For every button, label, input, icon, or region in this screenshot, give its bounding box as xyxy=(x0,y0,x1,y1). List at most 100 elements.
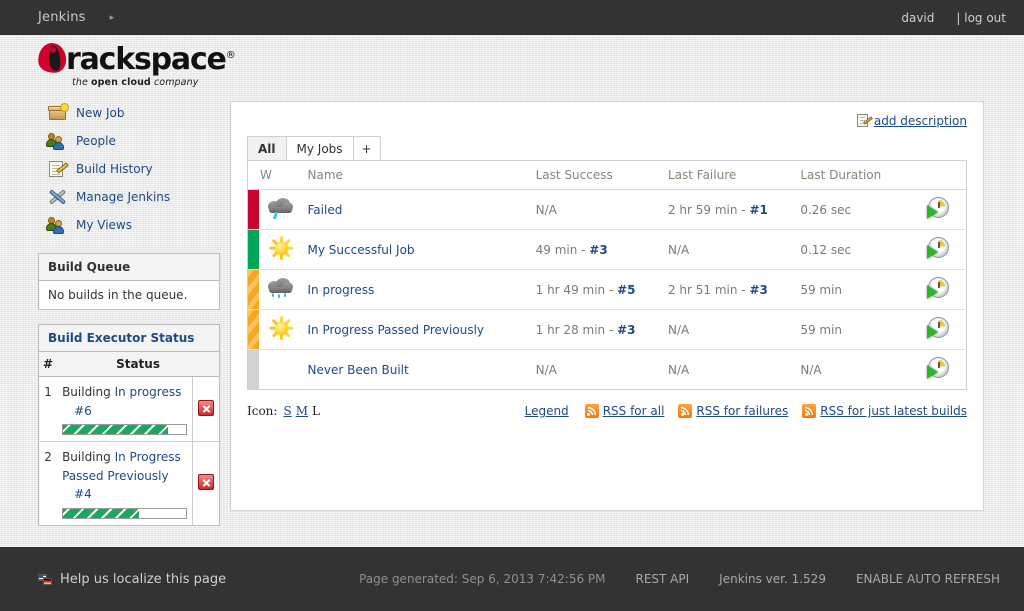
status-ball-grey-icon xyxy=(248,350,259,389)
column-header-last-duration[interactable]: Last Duration xyxy=(794,160,911,190)
page-root: Jenkins ▸ david | log out rackspace® the… xyxy=(0,0,1024,611)
build-now-icon[interactable] xyxy=(926,196,950,220)
localize-link[interactable]: Help us localize this page xyxy=(38,572,226,587)
job-last-duration-cell: 59 min xyxy=(794,269,911,310)
edit-note-icon xyxy=(856,114,873,128)
localize-label: Help us localize this page xyxy=(60,571,227,587)
column-header-status[interactable]: W xyxy=(247,160,302,190)
top-navigation-bar: Jenkins ▸ david | log out xyxy=(0,0,1024,35)
build-history-icon xyxy=(48,159,69,179)
table-row: Failed N/A 2 hr 59 min - #1 0.26 sec xyxy=(247,189,967,230)
table-row: 1 Building In progress #6 xyxy=(39,376,219,443)
build-now-icon[interactable] xyxy=(926,236,950,260)
job-last-duration-cell: N/A xyxy=(800,362,822,377)
icon-size-large[interactable]: L xyxy=(312,404,320,418)
executor-col-status: Status xyxy=(57,352,219,377)
rss-for-failures-link[interactable]: RSS for failures xyxy=(696,404,788,418)
build-queue-panel: Build Queue No builds in the queue. xyxy=(38,253,220,310)
last-success-build-link[interactable]: #3 xyxy=(589,243,607,257)
rss-icon xyxy=(678,404,693,418)
legend-link[interactable]: Legend xyxy=(525,404,569,418)
job-link[interactable]: My Successful Job xyxy=(302,243,415,257)
page-header: rackspace® the open cloud company xyxy=(0,35,1024,97)
rss-for-failures-item[interactable]: RSS for failures xyxy=(678,404,788,418)
current-user-link[interactable]: david xyxy=(901,11,934,25)
executor-number: 2 xyxy=(44,450,52,465)
job-link[interactable]: In progress xyxy=(302,283,375,297)
sidebar: New Job People Build History Manage Jenk… xyxy=(38,97,220,526)
job-status-cell xyxy=(247,309,260,350)
rss-for-latest-builds-item[interactable]: RSS for just latest builds xyxy=(802,404,967,418)
job-weather-cell xyxy=(259,309,302,350)
job-build-cell xyxy=(910,269,967,310)
status-ball-in-progress-icon xyxy=(248,270,259,309)
tab-all[interactable]: All xyxy=(247,136,287,160)
view-tabs: All My Jobs + xyxy=(247,134,967,160)
sidebar-item-build-history[interactable]: Build History xyxy=(38,155,220,183)
job-link[interactable]: Never Been Built xyxy=(302,363,409,377)
last-failure-time: N/A xyxy=(667,362,690,377)
executor-job-link[interactable]: In progress xyxy=(115,385,182,399)
rss-for-all-item[interactable]: RSS for all xyxy=(584,404,665,418)
enable-auto-refresh-link[interactable]: ENABLE AUTO REFRESH xyxy=(856,572,1000,586)
rss-for-latest-builds-link[interactable]: RSS for just latest builds xyxy=(820,404,967,418)
executor-build-link[interactable]: #4 xyxy=(62,485,187,504)
jenkins-version-label[interactable]: Jenkins ver. 1.529 xyxy=(719,572,826,586)
tab-my-jobs[interactable]: My Jobs xyxy=(285,136,354,160)
job-link[interactable]: In Progress Passed Previously xyxy=(302,323,485,337)
last-failure-build-link[interactable]: #1 xyxy=(749,203,767,217)
add-description-link[interactable]: add description xyxy=(874,114,967,128)
build-now-icon[interactable] xyxy=(926,276,950,300)
job-build-cell xyxy=(911,350,967,390)
icon-size-medium[interactable]: M xyxy=(296,404,308,418)
job-build-cell xyxy=(910,309,967,350)
column-header-last-failure[interactable]: Last Failure xyxy=(661,160,795,190)
executor-status-cell: Building In Progress Passed Previously #… xyxy=(57,442,192,525)
column-header-last-success[interactable]: Last Success xyxy=(529,160,662,190)
job-status-cell xyxy=(247,189,260,230)
stop-build-icon[interactable] xyxy=(198,474,214,491)
stop-build-icon[interactable] xyxy=(198,399,214,416)
add-description-control[interactable]: add description xyxy=(856,114,967,128)
job-weather-cell xyxy=(259,229,302,270)
build-executor-status-title[interactable]: Build Executor Status xyxy=(39,325,219,352)
cloud-storm-icon xyxy=(266,195,296,221)
main-panel: add description All My Jobs + W Name Las… xyxy=(230,101,984,511)
job-link[interactable]: Failed xyxy=(302,203,343,217)
sidebar-item-my-views[interactable]: My Views xyxy=(38,211,220,239)
executor-progress-bar xyxy=(62,507,187,519)
executor-building-prefix: Building xyxy=(62,450,111,465)
last-success-build-link[interactable]: #5 xyxy=(617,283,635,297)
sidebar-item-people[interactable]: People xyxy=(38,127,220,155)
rest-api-link[interactable]: REST API xyxy=(636,572,690,586)
breadcrumb-chevron-icon[interactable]: ▸ xyxy=(110,13,115,23)
executor-build-link[interactable]: #6 xyxy=(62,402,187,421)
build-executor-status-panel: Build Executor Status # Status 1 Buildin… xyxy=(38,324,220,526)
job-build-cell xyxy=(910,229,967,270)
executor-progress-bar xyxy=(62,424,187,436)
tab-add-view[interactable]: + xyxy=(352,136,381,160)
table-header-row: # Status xyxy=(39,352,219,377)
last-failure-time: N/A xyxy=(667,242,690,257)
job-last-duration-cell: 59 min xyxy=(794,309,911,350)
job-last-failure-cell: N/A xyxy=(662,350,794,390)
people-icon xyxy=(46,131,68,151)
sidebar-item-label: New Job xyxy=(76,106,125,120)
icon-size-small[interactable]: S xyxy=(283,404,291,418)
jenkins-brand-link[interactable]: Jenkins xyxy=(38,10,86,25)
flags-icon xyxy=(38,573,53,585)
sidebar-item-manage-jenkins[interactable]: Manage Jenkins xyxy=(38,183,220,211)
build-now-icon[interactable] xyxy=(926,316,950,340)
sidebar-item-new-job[interactable]: New Job xyxy=(38,99,220,127)
rss-for-all-link[interactable]: RSS for all xyxy=(603,404,665,418)
column-header-name[interactable]: Name xyxy=(301,160,530,190)
job-name-cell: My Successful Job xyxy=(301,229,530,270)
jobs-table: W Name Last Success Last Failure Last Du… xyxy=(247,160,967,390)
build-now-icon[interactable] xyxy=(926,356,950,380)
last-success-build-link[interactable]: #3 xyxy=(617,323,635,337)
rackspace-logo[interactable]: rackspace® the open cloud company xyxy=(36,41,268,97)
logout-link[interactable]: | log out xyxy=(956,11,1006,25)
executor-number: 1 xyxy=(39,376,58,443)
job-last-duration-cell: 0.26 sec xyxy=(794,189,911,230)
last-failure-build-link[interactable]: #3 xyxy=(749,283,767,297)
